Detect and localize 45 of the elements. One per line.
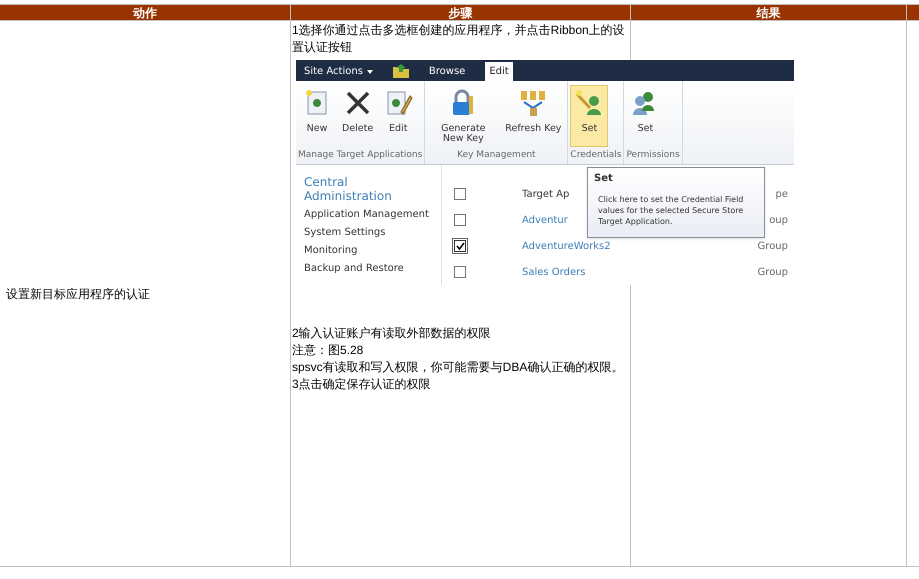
ribbon-button[interactable]: Edit — [379, 85, 418, 147]
checkbox[interactable] — [454, 188, 466, 200]
ribbon-button[interactable]: Refresh Key — [501, 85, 566, 147]
step-text: 2输入认证账户有读取外部数据的权限 — [292, 325, 492, 342]
check-icon — [456, 242, 464, 250]
nav-link[interactable]: Backup and Restore — [304, 263, 441, 275]
ribbon-tab[interactable]: Browse — [424, 62, 470, 81]
ribbon-tab[interactable]: Edit — [485, 62, 513, 81]
checkbox[interactable] — [454, 266, 466, 278]
table-cell-text: oup — [769, 214, 789, 228]
tooltip-text: Click here to set the Credential Field values for the selected Secure Store Target Application. — [597, 194, 744, 227]
step-text: 注意：图5.28 — [292, 342, 364, 359]
list-link[interactable]: AdventureWorks2 — [522, 238, 611, 254]
group-label: Credentials — [570, 148, 622, 162]
list-link[interactable]: Adventur — [522, 212, 568, 228]
step-text: 3点击确定保存认证的权限 — [292, 376, 432, 393]
site-actions-menu[interactable]: Site Actions — [300, 62, 377, 81]
table-cell-text: Group — [758, 266, 789, 280]
group-label: Permissions — [626, 148, 680, 162]
ribbon-button[interactable]: New — [298, 85, 336, 147]
column-header: 结果 — [631, 5, 907, 20]
ribbon-button[interactable]: Delete — [338, 85, 378, 147]
folder-icon — [392, 64, 409, 78]
nav-link[interactable]: Monitoring — [304, 245, 441, 257]
ribbon-button[interactable]: Generate New Key — [427, 85, 500, 147]
ribbon-button[interactable]: Set — [570, 85, 608, 147]
nav-heading[interactable]: Central Administration — [304, 175, 414, 203]
group-label: Manage Target Applications — [298, 148, 422, 162]
nav-link[interactable]: Application Management — [304, 209, 441, 221]
tooltip-title: Set — [594, 172, 614, 186]
step-text: spsvc有读取和写入权限，你可能需要与DBA确认正确的权限。 — [292, 359, 624, 376]
checkbox[interactable] — [454, 240, 466, 252]
ribbon-button[interactable]: Set — [626, 85, 664, 147]
caret-icon — [366, 70, 373, 74]
column-header: 动作 — [0, 5, 291, 20]
step-text: 1选择你通过点击多选框创建的应用程序，并点击Ribbon上的设置认证按钮 — [292, 22, 626, 56]
group-label: Key Management — [456, 148, 537, 162]
column-header: Target Ap — [522, 188, 570, 202]
checkbox[interactable] — [454, 214, 466, 226]
column-header: pe — [776, 188, 789, 202]
list-link[interactable]: Sales Orders — [522, 264, 586, 280]
column-header: 步骤 — [291, 5, 631, 20]
nav-link[interactable]: System Settings — [304, 227, 441, 239]
table-cell-text: 设置新目标应用程序的认证 — [6, 286, 150, 302]
table-cell-text: Group — [758, 240, 789, 254]
